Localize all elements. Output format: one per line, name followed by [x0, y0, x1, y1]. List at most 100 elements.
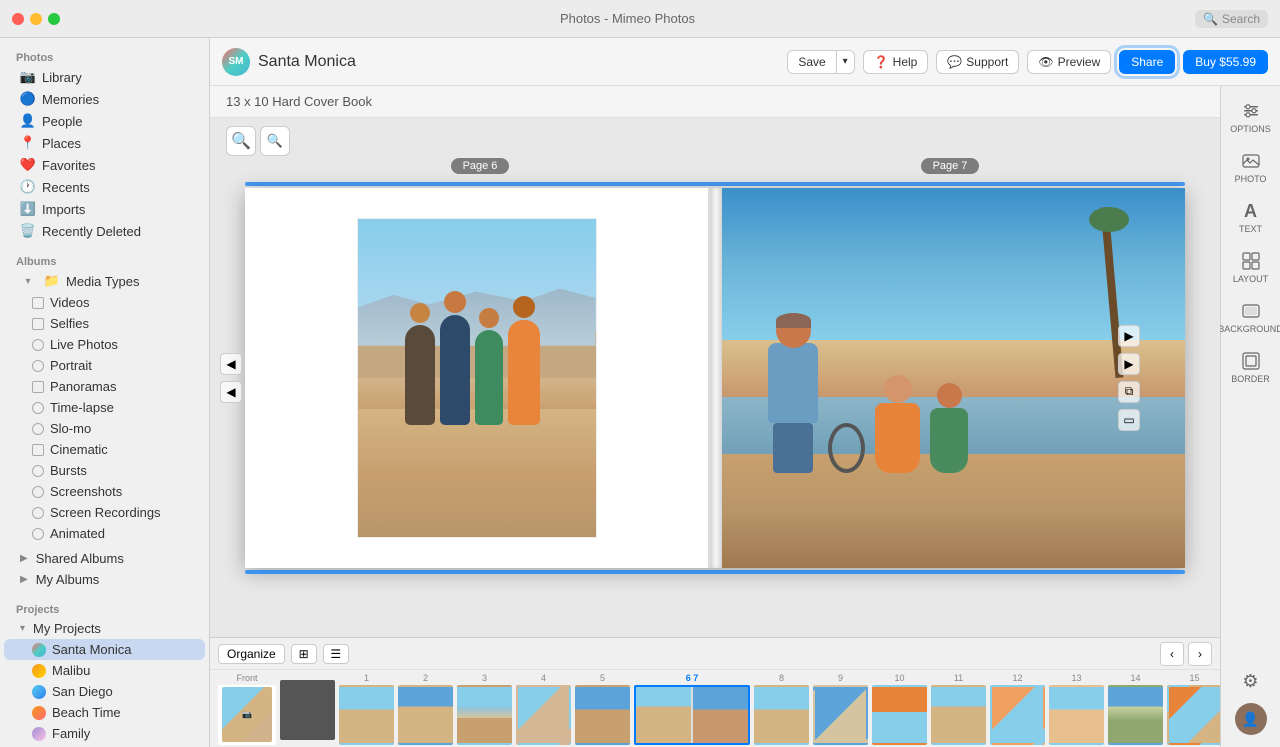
sidebar-item-places[interactable]: 📍 Places: [4, 132, 205, 154]
sidebar-item-family[interactable]: Family: [4, 723, 205, 744]
canvas-nav-right-extra[interactable]: ▭: [1118, 409, 1140, 431]
book-spread[interactable]: [245, 188, 1185, 568]
thumb-page15[interactable]: 15: [1167, 673, 1220, 745]
save-dropdown-button[interactable]: ▾: [836, 51, 854, 73]
thumb-img[interactable]: [813, 685, 868, 745]
thumb-page12[interactable]: 12: [990, 673, 1045, 745]
thumb-page14[interactable]: 14: [1108, 673, 1163, 745]
panel-text[interactable]: A TEXT: [1225, 194, 1277, 240]
thumb-img[interactable]: [280, 680, 335, 740]
sidebar-item-imports[interactable]: ⬇️ Imports: [4, 198, 205, 220]
sidebar-item-my-projects[interactable]: ▾ My Projects: [4, 618, 205, 639]
sidebar-item-memories[interactable]: 🔵 Memories: [4, 88, 205, 110]
thumb-img[interactable]: [1049, 685, 1104, 745]
organize-button[interactable]: Organize: [218, 644, 285, 664]
book-page-left[interactable]: [245, 188, 710, 568]
thumb-img[interactable]: 📷: [218, 685, 276, 745]
thumb-img[interactable]: [990, 685, 1045, 745]
buy-button[interactable]: Buy $55.99: [1183, 50, 1268, 74]
book-page-right[interactable]: [722, 188, 1185, 568]
thumb-spread-img[interactable]: [634, 685, 750, 745]
thumb-page3[interactable]: 3: [457, 673, 512, 745]
sidebar-item-panoramas[interactable]: Panoramas: [4, 376, 205, 397]
zoom-out-button[interactable]: 🔍: [260, 126, 290, 156]
save-button[interactable]: Save: [788, 51, 835, 73]
panel-border[interactable]: BORDER: [1225, 344, 1277, 390]
panel-options[interactable]: OPTIONS: [1225, 94, 1277, 140]
preview-button[interactable]: 👁 Preview: [1027, 50, 1111, 74]
thumb-img[interactable]: [872, 685, 927, 745]
search-box[interactable]: 🔍 Search: [1195, 10, 1268, 28]
sidebar-item-videos[interactable]: Videos: [4, 292, 205, 313]
settings-button[interactable]: ⚙: [1237, 667, 1265, 695]
sidebar-item-recents[interactable]: 🕐 Recents: [4, 176, 205, 198]
canvas-nav-right-down[interactable]: ▶: [1118, 353, 1140, 375]
support-button[interactable]: 💬 Support: [936, 50, 1019, 74]
sidebar-item-san-diego[interactable]: San Diego: [4, 681, 205, 702]
canvas-nav-right-up[interactable]: ▶: [1118, 325, 1140, 347]
thumb-page5[interactable]: 5: [575, 673, 630, 745]
sidebar-item-bursts[interactable]: Bursts: [4, 460, 205, 481]
minimize-button[interactable]: [30, 13, 42, 25]
thumb-front[interactable]: Front 📷: [218, 673, 276, 745]
view-list-button[interactable]: ☰: [323, 644, 349, 664]
sidebar-item-screenshots[interactable]: Screenshots: [4, 481, 205, 502]
sidebar-item-media-types[interactable]: ▾ 📁 Media Types: [4, 270, 205, 292]
sidebar-item-malibu[interactable]: Malibu: [4, 660, 205, 681]
sidebar-item-cinematic[interactable]: Cinematic: [4, 439, 205, 460]
thumb-img[interactable]: [457, 685, 512, 745]
sidebar-item-live-photos[interactable]: Live Photos: [4, 334, 205, 355]
maximize-button[interactable]: [48, 13, 60, 25]
user-avatar[interactable]: 👤: [1235, 703, 1267, 735]
thumb-img[interactable]: [931, 685, 986, 745]
canvas-nav-up[interactable]: ◀: [220, 353, 242, 375]
zoom-in-button[interactable]: 🔍: [226, 126, 256, 156]
thumb-img[interactable]: [754, 685, 809, 745]
thumb-page9[interactable]: 9: [813, 673, 868, 745]
canvas-nav-down[interactable]: ◀: [220, 381, 242, 403]
thumb-blank[interactable]: [280, 678, 335, 740]
view-grid-button[interactable]: ⊞: [291, 644, 317, 664]
thumb-page1[interactable]: 1: [339, 673, 394, 745]
thumb-img[interactable]: [339, 685, 394, 745]
thumb-page10[interactable]: 10: [872, 673, 927, 745]
sidebar-item-santa-monica[interactable]: Santa Monica: [4, 639, 205, 660]
sidebar-item-people[interactable]: 👤 People: [4, 110, 205, 132]
my-projects-disclosure: ▾: [20, 623, 25, 634]
sidebar-item-selfies[interactable]: Selfies: [4, 313, 205, 334]
panel-photo[interactable]: PHOTO: [1225, 144, 1277, 190]
help-button[interactable]: ❓ Help: [863, 50, 929, 74]
close-button[interactable]: [12, 13, 24, 25]
thumb-spread-6-7[interactable]: 6 7: [634, 673, 750, 745]
thumb-page11[interactable]: 11: [931, 673, 986, 745]
sidebar-item-timelapse[interactable]: Time-lapse: [4, 397, 205, 418]
canvas-copy-button[interactable]: ⧉: [1118, 381, 1140, 403]
sidebar-item-portrait[interactable]: Portrait: [4, 355, 205, 376]
left-page-photo[interactable]: [357, 218, 597, 538]
sidebar-item-slomo[interactable]: Slo-mo: [4, 418, 205, 439]
sidebar-item-favorites[interactable]: ❤️ Favorites: [4, 154, 205, 176]
sidebar-item-animated[interactable]: Animated: [4, 523, 205, 544]
sidebar-item-my-albums[interactable]: ▶ My Albums: [4, 569, 205, 590]
sidebar-item-label: Animated: [50, 526, 105, 541]
thumb-page8[interactable]: 8: [754, 673, 809, 745]
thumb-page45[interactable]: 4: [516, 673, 571, 745]
panel-background[interactable]: BACKGROUND: [1225, 294, 1277, 340]
thumb-img[interactable]: [516, 685, 571, 745]
thumb-page13[interactable]: 13: [1049, 673, 1104, 745]
filmstrip-next-button[interactable]: ›: [1188, 642, 1212, 666]
panel-layout[interactable]: LAYOUT: [1225, 244, 1277, 290]
thumb-img[interactable]: [1167, 685, 1220, 745]
thumb-img[interactable]: [575, 685, 630, 745]
sidebar-item-library[interactable]: 📷 Library: [4, 66, 205, 88]
thumb-img[interactable]: [1108, 685, 1163, 745]
filmstrip-prev-button[interactable]: ‹: [1160, 642, 1184, 666]
sidebar-item-recently-deleted[interactable]: 🗑️ Recently Deleted: [4, 220, 205, 242]
thumb-page2[interactable]: 2: [398, 673, 453, 745]
sidebar-item-screen-recordings[interactable]: Screen Recordings: [4, 502, 205, 523]
sidebar-item-label: Memories: [42, 92, 99, 107]
sidebar-item-beach-time[interactable]: Beach Time: [4, 702, 205, 723]
sidebar-item-shared-albums[interactable]: ▶ Shared Albums: [4, 548, 205, 569]
share-button[interactable]: Share: [1119, 50, 1175, 74]
thumb-img[interactable]: [398, 685, 453, 745]
